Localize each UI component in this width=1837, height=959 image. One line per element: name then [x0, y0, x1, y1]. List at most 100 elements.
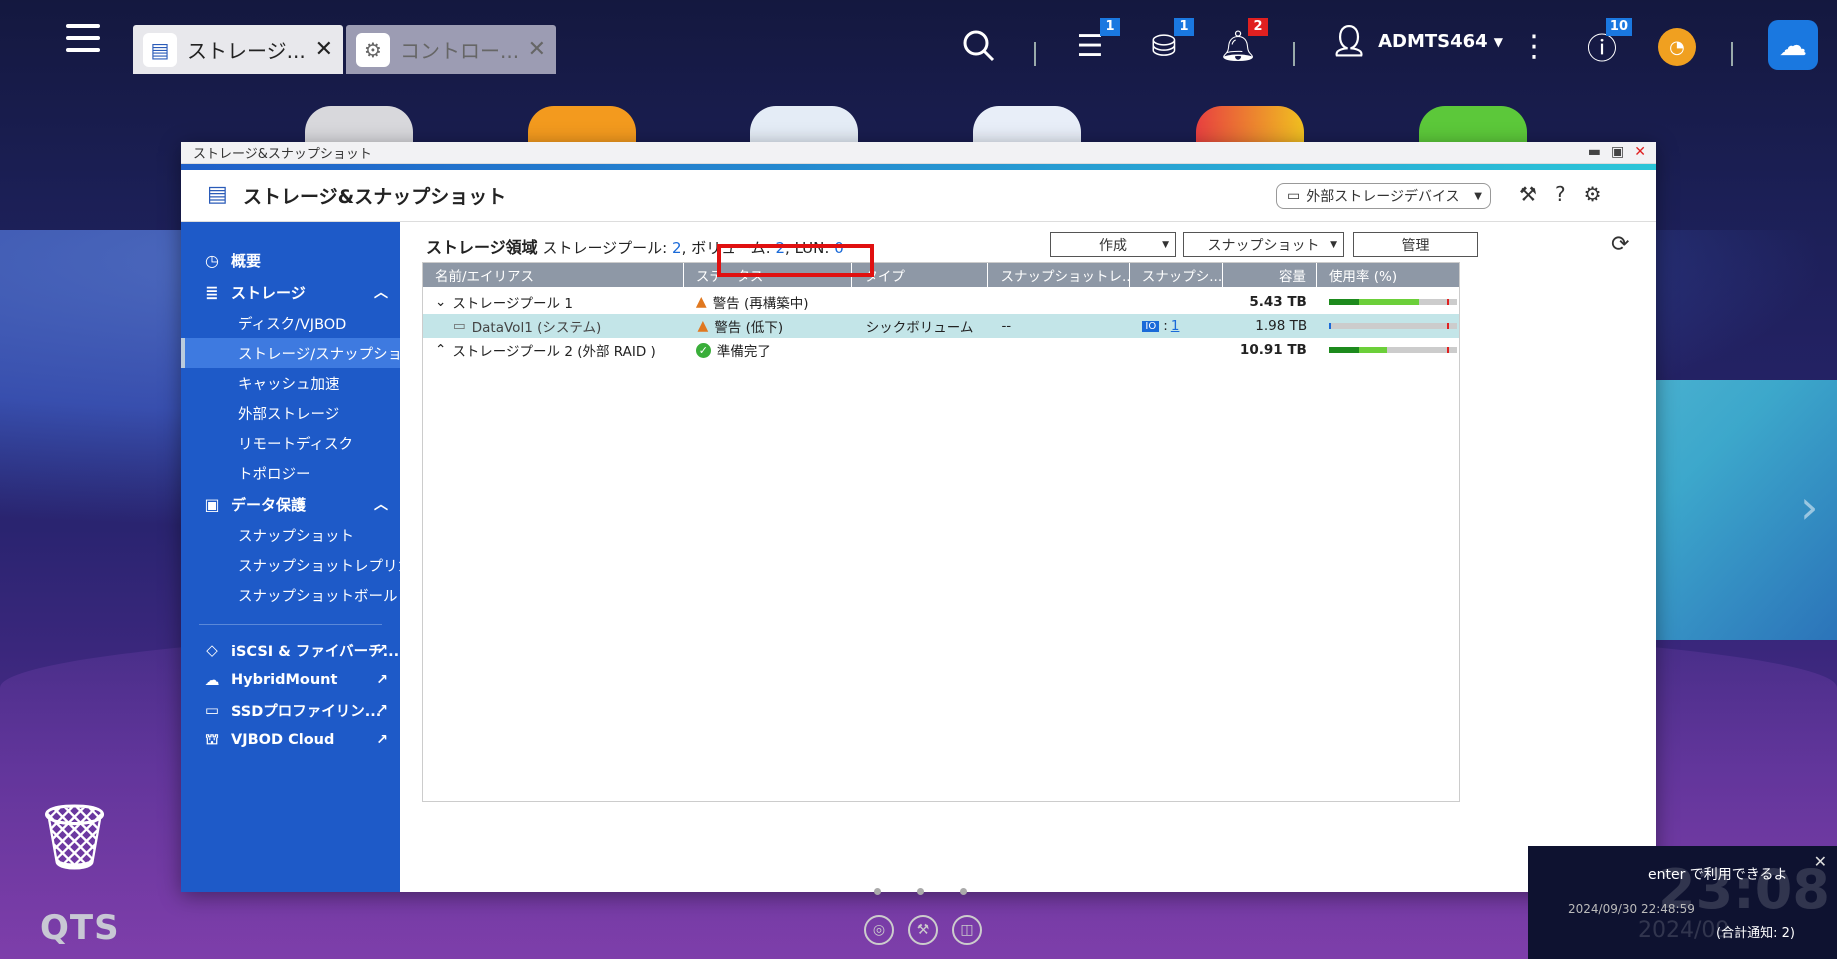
app-icon[interactable]: ◫ [952, 915, 982, 945]
sidebar-item-disks[interactable]: ディスク/VJBOD [181, 308, 400, 338]
chevron-down-icon[interactable]: ⌄ [435, 294, 446, 310]
chevron-right-icon[interactable]: › [1800, 480, 1818, 534]
pool-label: ストレージプール: [542, 239, 668, 257]
sidebar-label: HybridMount [231, 672, 338, 688]
more-options-icon[interactable]: ⋮ [1510, 22, 1558, 70]
tasks-badge: 1 [1100, 18, 1120, 36]
column-header[interactable]: 使用率 (%) [1317, 263, 1459, 287]
external-link-icon: ↗ [376, 702, 388, 718]
chevron-down-icon: ▼ [1330, 239, 1337, 250]
chevron-up-icon[interactable]: ⌃ [435, 342, 446, 358]
table-row[interactable]: ⌃ ストレージプール 2 (外部 RAID ) ✓ 準備完了 10.91 TB [423, 338, 1459, 362]
summary-title: ストレージ領域 [426, 238, 538, 257]
drive-icon: ▭ [1287, 188, 1301, 204]
notification-timestamp: 2024/09/30 22:48:59 [1568, 902, 1695, 916]
window-title: ストレージ&スナップショット [193, 147, 372, 162]
search-icon[interactable] [955, 22, 1003, 70]
diagnostics-icon[interactable]: ⚒ [1519, 182, 1537, 206]
column-header[interactable]: 名前/エイリアス [423, 263, 684, 287]
close-icon[interactable]: ✕ [1814, 852, 1827, 871]
divider [199, 624, 382, 625]
external-link-icon: ↗ [376, 732, 388, 748]
cloud-icon[interactable]: ☁ [1768, 20, 1818, 70]
help-icon[interactable]: ? [1555, 182, 1566, 206]
usage-bar [1328, 299, 1457, 305]
chevron-down-icon: ▼ [1162, 239, 1169, 250]
close-icon[interactable]: ✕ [528, 37, 546, 62]
sidebar-link-ssd-profiling[interactable]: ▭ SSDプロファイリン... ↗ [181, 695, 400, 725]
myqnapcloud-icon[interactable]: ◎ [864, 915, 894, 945]
column-header[interactable]: スナップショットレ... [988, 263, 1130, 287]
tab-label: ストレージ... [187, 39, 306, 63]
maximize-icon[interactable]: ▣ [1611, 144, 1624, 160]
external-link-icon: ↗ [376, 672, 388, 688]
sidebar-item-snapshot-replica[interactable]: スナップショットレプリカ [181, 550, 400, 580]
dashboard-icon[interactable]: ◔ [1658, 28, 1696, 66]
sidebar-item-cache[interactable]: キャッシュ加速 [181, 368, 400, 398]
notification-count: (合計通知: 2) [1716, 926, 1795, 941]
snapshot-button[interactable]: スナップショット ▼ [1183, 232, 1344, 257]
user-menu[interactable]: 👤︎ ADMTS464 ▼ [1330, 24, 1503, 59]
bell-icon[interactable]: 🔔︎ 2 [1214, 18, 1268, 70]
sidebar-group-data-protection[interactable]: ▣ データ保護 ︿ [181, 488, 400, 520]
usage-bar [1329, 323, 1458, 329]
table-row[interactable]: ▭ DataVol1 (システム) ▲ 警告 (低下) シックボリューム -- I… [423, 314, 1459, 338]
chevron-up-icon: ︿ [374, 497, 388, 513]
trash-icon[interactable]: 🗑︎ [34, 800, 115, 875]
column-header[interactable]: スナップシ... [1130, 263, 1223, 287]
refresh-icon[interactable]: ⟳ [1611, 232, 1629, 257]
tab-storage[interactable]: ▤ ストレージ... ✕ [133, 25, 343, 74]
sidebar-link-iscsi[interactable]: ◇ iSCSI & ファイバーチ... ↗ [181, 635, 400, 665]
sidebar-item-snapshot-vault[interactable]: スナップショットボールト [181, 580, 400, 610]
create-button[interactable]: 作成 ▼ [1050, 232, 1176, 257]
sidebar-item-snapshot[interactable]: スナップショット [181, 520, 400, 550]
external-storage-dropdown[interactable]: ▭ 外部ストレージデバイス ▼ [1276, 183, 1491, 209]
gear-icon[interactable]: ⚙ [1584, 182, 1602, 206]
app-title: ストレージ&スナップショット [243, 186, 507, 208]
tools-icon[interactable]: ⚒ [908, 915, 938, 945]
sidebar-label: ストレージ [231, 283, 306, 302]
row-name: ストレージプール 1 [452, 296, 573, 312]
tab-label: コントロー... [400, 39, 520, 63]
external-storage-label: 外部ストレージデバイス [1306, 189, 1460, 205]
external-device-icon[interactable]: ⛁ 1 [1140, 18, 1194, 70]
sidebar-item-topology[interactable]: トポロジー [181, 458, 400, 488]
sidebar-item-external-storage[interactable]: 外部ストレージ [181, 398, 400, 428]
chevron-down-icon: ▼ [1493, 34, 1503, 49]
status-highlight-box [717, 244, 874, 277]
column-header[interactable]: 容量 [1223, 263, 1317, 287]
shield-icon: ▣ [204, 494, 220, 514]
table-header: 名前/エイリアス ステータス タイプ スナップショットレ... スナップシ...… [423, 263, 1459, 287]
notification-toast[interactable]: 23:08 enter で利用できるよ 2024/09/30 22:48:59 … [1528, 846, 1837, 959]
top-bar: ▤ ストレージ... ✕ ⚙ コントロー... ✕ ☰ 1 ⛁ 1 🔔︎ 2 👤︎ A… [0, 0, 1837, 92]
user-icon: 👤︎ [1330, 24, 1369, 59]
tab-control-panel[interactable]: ⚙ コントロー... ✕ [346, 25, 556, 74]
row-name: ストレージプール 2 (外部 RAID ) [452, 344, 656, 360]
row-status: 警告 (再構築中) [712, 296, 809, 312]
manage-button[interactable]: 管理 [1353, 232, 1478, 257]
app-header: ▤ ストレージ&スナップショット ▭ 外部ストレージデバイス ▼ ⚒ ? ⚙ [181, 170, 1656, 222]
vjbod-icon: ⛫ [205, 730, 219, 748]
sidebar-item-remote-disk[interactable]: リモートディスク [181, 428, 400, 458]
snapshot-count-link[interactable]: 1 [1171, 318, 1180, 334]
main-menu-icon[interactable] [66, 24, 100, 58]
sidebar-item-overview[interactable]: ◷ 概要 [181, 244, 400, 276]
sidebar-link-vjbod-cloud[interactable]: ⛫ VJBOD Cloud ↗ [181, 725, 400, 755]
sidebar-item-storage-snapshots[interactable]: ストレージ/スナップショ... [181, 338, 400, 368]
close-icon[interactable]: ✕ [315, 37, 333, 62]
sidebar-group-storage[interactable]: ≣ ストレージ ︿ [181, 276, 400, 308]
chevron-up-icon: ︿ [374, 285, 388, 301]
window-titlebar[interactable]: ストレージ&スナップショット ▬ ▣ ✕ [181, 142, 1656, 164]
info-icon[interactable]: ⓘ 10 [1578, 18, 1632, 70]
background-tasks-icon[interactable]: ☰ 1 [1066, 18, 1120, 70]
sidebar-label: SSDプロファイリン... [231, 703, 382, 720]
snapshot-label: スナップショット [1207, 237, 1320, 254]
minimize-icon[interactable]: ▬ [1588, 144, 1601, 160]
sidebar-link-hybridmount[interactable]: ☁ HybridMount ↗ [181, 665, 400, 695]
row-capacity: 5.43 TB [1249, 294, 1307, 310]
warning-icon: ▲ [695, 294, 707, 310]
manage-label: 管理 [1401, 237, 1430, 254]
table-row[interactable]: ⌄ ストレージプール 1 ▲ 警告 (再構築中) 5.43 TB [423, 290, 1459, 314]
page-dots[interactable] [874, 888, 967, 895]
close-icon[interactable]: ✕ [1634, 144, 1646, 160]
